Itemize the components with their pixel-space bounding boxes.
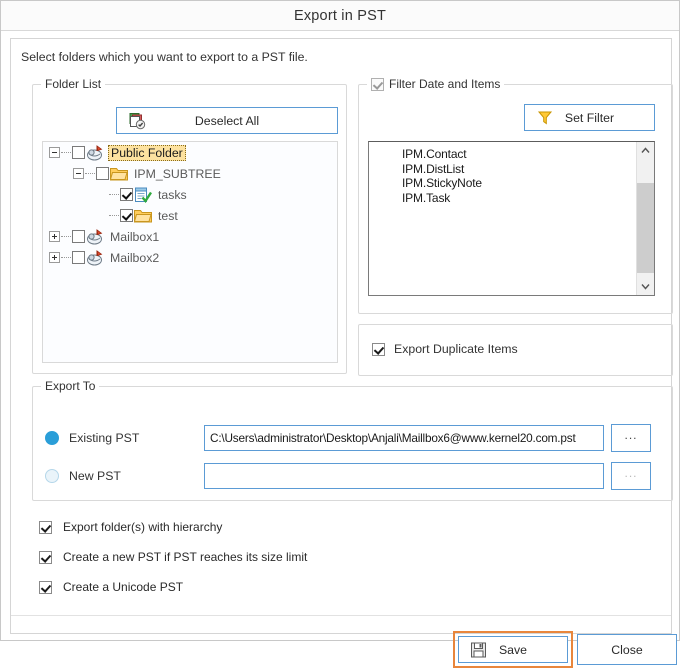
tree-item-label: IPM_SUBTREE — [134, 166, 221, 181]
footer-divider — [11, 615, 671, 616]
tree-connector — [109, 193, 119, 196]
filter-items-list: IPM.Contact IPM.DistList IPM.StickyNote IPM… — [369, 142, 636, 295]
filter-items-listbox[interactable]: IPM.Contact IPM.DistList IPM.StickyNote IPM… — [368, 141, 655, 296]
mailbox-icon — [86, 228, 104, 245]
filter-legend: Filter Date and Items — [367, 77, 505, 91]
filter-list-item[interactable]: IPM.Task — [402, 191, 636, 206]
chevron-down-icon[interactable] — [637, 278, 654, 295]
folder-list-legend: Folder List — [41, 77, 106, 91]
export-duplicate-items-row[interactable]: Export Duplicate Items — [372, 342, 518, 356]
option-unicode-pst-row[interactable]: Create a Unicode PST — [39, 580, 183, 594]
existing-pst-radio[interactable] — [45, 431, 59, 445]
export-to-group: Export To Existing PST C:\Users\administ… — [32, 379, 673, 501]
tree-item-label: Public Folder — [108, 144, 186, 161]
scrollbar-track[interactable] — [637, 159, 654, 278]
folder-icon — [110, 166, 128, 182]
tree-connector — [61, 235, 71, 238]
deselect-all-label: Deselect All — [194, 113, 260, 128]
tree-item[interactable]: Mailbox1 — [43, 226, 337, 247]
export-duplicate-items-checkbox[interactable] — [372, 342, 385, 356]
tree-item[interactable]: IPM_SUBTREE — [43, 163, 337, 184]
tree-item-label: Mailbox2 — [110, 250, 160, 265]
new-pst-browse-button[interactable]: ... — [611, 462, 651, 490]
option-size-limit-checkbox[interactable] — [39, 550, 52, 564]
option-export-hierarchy-checkbox[interactable] — [39, 520, 52, 534]
tree-item[interactable]: Public Folder — [43, 142, 337, 163]
filter-list-item[interactable]: IPM.StickyNote — [402, 176, 636, 191]
collapse-icon[interactable] — [73, 168, 84, 179]
folder-list-legend-label: Folder List — [45, 77, 102, 91]
mailbox-icon — [86, 144, 104, 161]
new-pst-radio-row[interactable]: New PST — [45, 469, 121, 483]
export-to-legend: Export To — [41, 379, 100, 393]
tree-connector — [61, 151, 71, 154]
tree-item-checkbox[interactable] — [72, 230, 85, 243]
dialog-titlebar: Export in PST — [1, 1, 679, 31]
option-unicode-pst-checkbox[interactable] — [39, 580, 52, 594]
chevron-up-icon[interactable] — [637, 142, 654, 159]
existing-pst-browse-button[interactable]: ... — [611, 424, 651, 452]
tree-item-label: test — [158, 208, 178, 223]
folder-list-group: Folder List Deselect All Public Folder I… — [32, 77, 347, 374]
deselect-all-button[interactable]: Deselect All — [116, 107, 338, 134]
expand-icon[interactable] — [49, 231, 60, 242]
floppy-save-icon — [471, 642, 486, 657]
tree-connector — [109, 214, 119, 217]
option-export-hierarchy-label: Export folder(s) with hierarchy — [63, 520, 223, 534]
export-duplicate-items-label: Export Duplicate Items — [394, 342, 518, 356]
save-button-focus-ring: Save — [453, 631, 573, 668]
scrollbar-thumb[interactable] — [637, 183, 654, 273]
filter-list-scrollbar[interactable] — [636, 142, 654, 295]
filter-list-item[interactable]: IPM.Contact — [402, 147, 636, 162]
close-label: Close — [611, 642, 643, 657]
tree-item-label: Mailbox1 — [110, 229, 160, 244]
tasks-icon — [134, 187, 152, 203]
mailbox-icon — [86, 249, 104, 266]
set-filter-button[interactable]: Set Filter — [524, 104, 655, 131]
tree-connector — [85, 172, 95, 175]
deselect-all-icon — [129, 112, 146, 129]
existing-pst-radio-row[interactable]: Existing PST — [45, 431, 139, 445]
option-size-limit-row[interactable]: Create a new PST if PST reaches its size… — [39, 550, 307, 564]
save-label: Save — [498, 642, 528, 657]
set-filter-label: Set Filter — [564, 110, 615, 125]
funnel-icon — [537, 110, 553, 126]
duplicates-group: Export Duplicate Items — [358, 324, 673, 376]
tree-item-checkbox[interactable] — [120, 209, 133, 222]
filter-list-item[interactable]: IPM.DistList — [402, 162, 636, 177]
tree-item[interactable]: Mailbox2 — [43, 247, 337, 268]
tree-item[interactable]: tasks — [43, 184, 337, 205]
tree-item-checkbox[interactable] — [72, 251, 85, 264]
new-pst-path-input[interactable] — [204, 463, 604, 489]
tree-connector — [61, 256, 71, 259]
folder-tree[interactable]: Public Folder IPM_SUBTREEtasks test Mailbox… — [42, 141, 338, 363]
option-unicode-pst-label: Create a Unicode PST — [63, 580, 184, 594]
expand-icon[interactable] — [49, 252, 60, 263]
existing-pst-path-input[interactable]: C:\Users\administrator\Desktop\Anjali\Ma… — [204, 425, 604, 451]
tree-item-checkbox[interactable] — [120, 188, 133, 201]
tree-item-checkbox[interactable] — [72, 146, 85, 159]
option-export-hierarchy-row[interactable]: Export folder(s) with hierarchy — [39, 520, 222, 534]
dialog-title: Export in PST — [293, 7, 387, 24]
existing-pst-label: Existing PST — [69, 431, 140, 445]
option-size-limit-label: Create a new PST if PST reaches its size… — [63, 550, 308, 564]
tree-item-label: tasks — [158, 187, 187, 202]
tree-item-checkbox[interactable] — [96, 167, 109, 180]
folder-icon — [134, 208, 152, 224]
export-to-legend-label: Export To — [45, 379, 96, 393]
dialog-content: Select folders which you want to export … — [10, 38, 677, 668]
close-button[interactable]: Close — [577, 634, 677, 665]
instruction-text: Select folders which you want to export … — [21, 50, 308, 64]
new-pst-label: New PST — [69, 469, 121, 483]
filter-legend-label: Filter Date and Items — [389, 77, 501, 91]
export-pst-dialog: Export in PST Select folders which you w… — [0, 0, 680, 668]
collapse-icon[interactable] — [49, 147, 60, 158]
filter-date-items-checkbox[interactable] — [371, 77, 384, 91]
tree-item[interactable]: test — [43, 205, 337, 226]
new-pst-radio[interactable] — [45, 469, 59, 483]
save-button[interactable]: Save — [458, 636, 568, 663]
filter-group: Filter Date and Items Set Filter IPM.Con… — [358, 77, 673, 314]
